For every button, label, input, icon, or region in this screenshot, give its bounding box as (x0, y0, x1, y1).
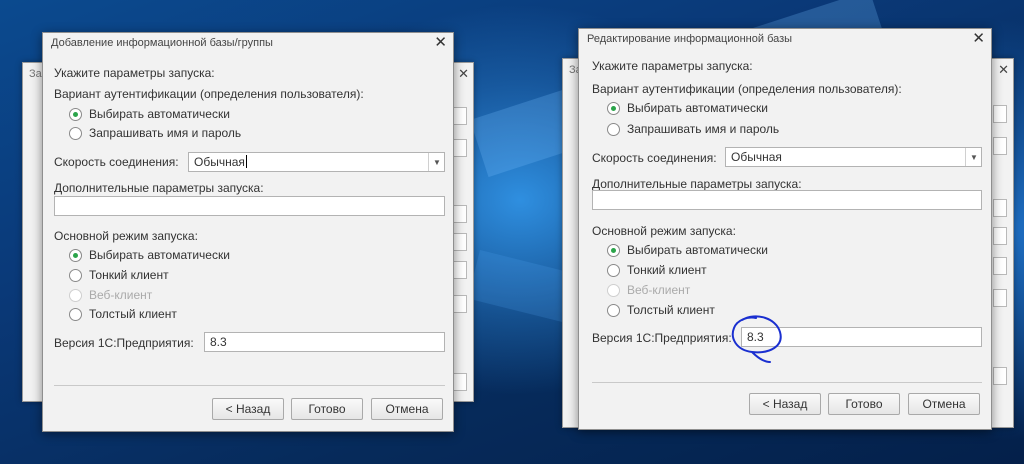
background-field (453, 139, 467, 157)
close-icon[interactable]: ✕ (998, 62, 1009, 78)
background-field (453, 261, 467, 279)
mode-thick-client-radio[interactable]: Толстый клиент (69, 307, 177, 321)
auth-password-radio[interactable]: Запрашивать имя и пароль (607, 122, 779, 136)
auth-auto-radio[interactable]: Выбирать автоматически (69, 107, 230, 121)
version-input[interactable]: 8.3 (204, 332, 445, 352)
radio-label: Выбирать автоматически (627, 243, 768, 257)
text-cursor (245, 155, 247, 168)
close-icon[interactable]: ✕ (458, 66, 469, 82)
mode-auto-radio[interactable]: Выбирать автоматически (69, 248, 230, 262)
mode-label: Основной режим запуска: (592, 224, 736, 238)
radio-label: Выбирать автоматически (89, 107, 230, 121)
background-field (993, 105, 1007, 123)
add-infobase-dialog: Добавление информационной базы/группы ✕ … (42, 32, 454, 432)
background-field (453, 233, 467, 251)
radio-label: Выбирать автоматически (89, 248, 230, 262)
mode-web-client-radio: Веб-клиент (69, 288, 152, 302)
auth-password-radio[interactable]: Запрашивать имя и пароль (69, 126, 241, 140)
auth-auto-radio[interactable]: Выбирать автоматически (607, 101, 768, 115)
mode-web-client-radio: Веб-клиент (607, 283, 690, 297)
radio-unselected-icon (69, 268, 82, 282)
extra-params-label: Дополнительные параметры запуска: (54, 181, 264, 195)
background-field (993, 289, 1007, 307)
done-button[interactable]: Готово (291, 398, 363, 420)
radio-unselected-icon (69, 126, 82, 140)
radio-label: Тонкий клиент (627, 263, 707, 277)
background-field (993, 199, 1007, 217)
radio-selected-icon (69, 248, 82, 262)
background-field (453, 205, 467, 223)
auth-label: Вариант аутентификации (определения поль… (592, 82, 902, 96)
radio-label: Выбирать автоматически (627, 101, 768, 115)
close-icon[interactable]: ✕ (972, 30, 985, 48)
close-icon[interactable]: ✕ (434, 34, 447, 52)
footer-separator (592, 382, 982, 383)
dialog-title: Добавление информационной базы/группы (51, 37, 273, 49)
radio-unselected-icon (607, 303, 620, 317)
background-field (993, 257, 1007, 275)
radio-selected-icon (69, 107, 82, 121)
radio-label: Запрашивать имя и пароль (89, 126, 242, 140)
edit-infobase-dialog: Редактирование информационной базы ✕ Ука… (578, 28, 992, 430)
radio-disabled-icon (69, 288, 82, 302)
dropdown-arrow-icon[interactable]: ▼ (965, 148, 981, 166)
radio-unselected-icon (69, 307, 82, 321)
version-input[interactable]: 8.3 (741, 327, 982, 347)
mode-thin-client-radio[interactable]: Тонкий клиент (69, 268, 169, 282)
extra-params-input[interactable] (592, 190, 982, 210)
mode-label: Основной режим запуска: (54, 229, 198, 243)
radio-label: Запрашивать имя и пароль (627, 122, 780, 136)
radio-label: Тонкий клиент (89, 268, 169, 282)
radio-unselected-icon (607, 122, 620, 136)
section-label: Укажите параметры запуска: (54, 66, 215, 80)
mode-thick-client-radio[interactable]: Толстый клиент (607, 303, 715, 317)
back-button[interactable]: < Назад (212, 398, 284, 420)
cancel-button[interactable]: Отмена (371, 398, 443, 420)
speed-value: Обычная (194, 155, 245, 169)
radio-selected-icon (607, 101, 620, 115)
section-label: Укажите параметры запуска: (592, 59, 753, 73)
radio-label: Веб-клиент (89, 288, 153, 302)
extra-params-label: Дополнительные параметры запуска: (592, 177, 802, 191)
radio-selected-icon (607, 243, 620, 257)
mode-thin-client-radio[interactable]: Тонкий клиент (607, 263, 707, 277)
footer-separator (54, 385, 445, 386)
speed-label: Скорость соединения: (592, 151, 717, 165)
speed-label: Скорость соединения: (54, 155, 179, 169)
radio-disabled-icon (607, 283, 620, 297)
dropdown-arrow-icon[interactable]: ▼ (428, 153, 444, 171)
radio-label: Толстый клиент (627, 303, 715, 317)
background-field (993, 367, 1007, 385)
radio-label: Толстый клиент (89, 307, 177, 321)
speed-value: Обычная (731, 150, 782, 164)
background-field (453, 295, 467, 313)
back-button[interactable]: < Назад (749, 393, 821, 415)
extra-params-input[interactable] (54, 196, 445, 216)
background-field (993, 227, 1007, 245)
auth-label: Вариант аутентификации (определения поль… (54, 87, 364, 101)
version-label: Версия 1С:Предприятия: (592, 331, 732, 345)
speed-combobox[interactable]: Обычная ▼ (188, 152, 445, 172)
dialog-title: Редактирование информационной базы (587, 33, 793, 45)
done-button[interactable]: Готово (828, 393, 900, 415)
mode-auto-radio[interactable]: Выбирать автоматически (607, 243, 768, 257)
background-field (453, 107, 467, 125)
background-field (993, 137, 1007, 155)
version-label: Версия 1С:Предприятия: (54, 336, 194, 350)
speed-combobox[interactable]: Обычная ▼ (725, 147, 982, 167)
background-field (453, 373, 467, 391)
cancel-button[interactable]: Отмена (908, 393, 980, 415)
radio-unselected-icon (607, 263, 620, 277)
radio-label: Веб-клиент (627, 283, 691, 297)
